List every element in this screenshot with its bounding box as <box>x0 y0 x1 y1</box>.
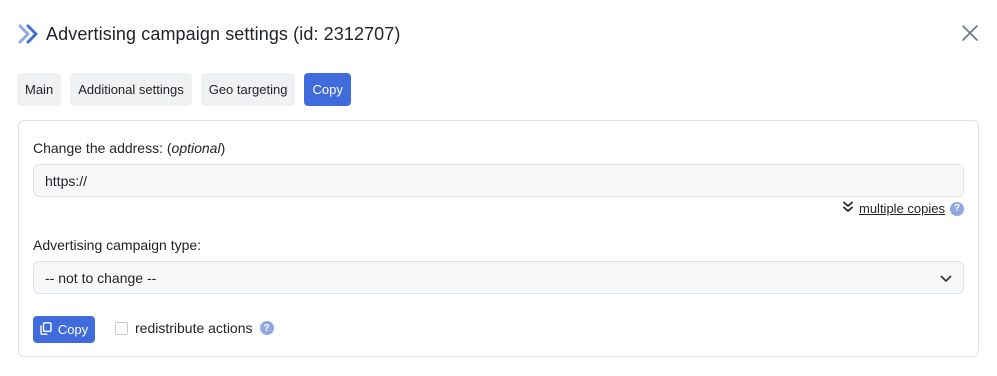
address-label-end: ) <box>220 140 226 156</box>
multiple-copies-link[interactable]: multiple copies <box>859 201 945 216</box>
redistribute-label: redistribute actions <box>135 320 253 336</box>
modal-title: Advertising campaign settings (id: 23127… <box>46 23 401 44</box>
copy-icon <box>40 321 52 338</box>
campaign-type-label: Advertising campaign type: <box>33 237 202 253</box>
campaign-type-select[interactable]: -- not to change -- <box>33 261 964 294</box>
copy-button-label: Copy <box>57 322 89 337</box>
tab-geo-targeting[interactable]: Geo targeting <box>200 73 296 106</box>
chevron-down-icon <box>940 270 952 286</box>
double-chevron-right-icon <box>18 23 40 45</box>
modal-header: Advertising campaign settings (id: 23127… <box>18 19 981 49</box>
copy-button[interactable]: Copy <box>33 316 95 343</box>
redistribute-actions-option: redistribute actions ? <box>115 320 274 336</box>
tab-copy[interactable]: Copy <box>304 73 351 106</box>
help-icon[interactable]: ? <box>950 201 964 216</box>
address-input[interactable]: https:// <box>33 164 964 197</box>
tab-bar: Main Additional settings Geo targeting C… <box>17 73 351 106</box>
campaign-type-value: -- not to change -- <box>45 269 157 286</box>
redistribute-checkbox[interactable] <box>115 321 128 335</box>
optional-label: optional <box>171 140 221 156</box>
address-label-text: Change the address: ( <box>33 140 172 156</box>
close-icon[interactable] <box>959 22 981 44</box>
help-icon[interactable]: ? <box>259 321 274 335</box>
address-label: Change the address: (optional) <box>33 140 225 156</box>
multiple-copies-toggle[interactable]: multiple copies ? <box>842 201 964 216</box>
address-input-value: https:// <box>45 172 88 189</box>
tab-additional-settings[interactable]: Additional settings <box>70 73 192 106</box>
tab-main[interactable]: Main <box>17 73 62 106</box>
double-chevron-down-icon <box>842 201 854 216</box>
copy-settings-card: Change the address: (optional) https:// … <box>18 120 979 357</box>
